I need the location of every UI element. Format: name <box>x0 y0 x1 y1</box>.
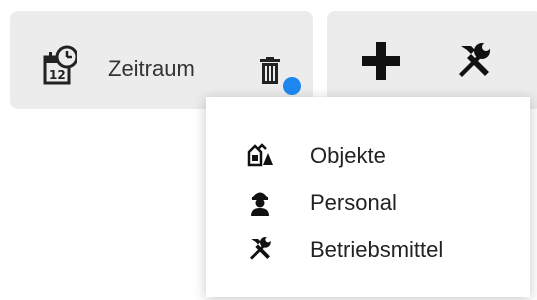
tools-icon <box>250 237 271 260</box>
menu-item-personal[interactable]: Personal <box>206 182 530 222</box>
status-dot <box>283 77 301 95</box>
actions-chip <box>327 11 537 109</box>
period-label: Zeitraum <box>108 56 195 81</box>
calendar-clock-icon: 12 <box>43 45 77 85</box>
menu-item-label: Personal <box>310 190 397 215</box>
menu-item-label: Objekte <box>310 143 386 168</box>
svg-text:12: 12 <box>49 68 66 82</box>
period-filter-chip[interactable]: 12 Zeitraum <box>10 11 313 109</box>
menu-item-objekte[interactable]: Objekte <box>206 135 530 175</box>
trash-icon[interactable] <box>260 57 280 84</box>
stage: 12 Zeitraum Objekte Personal Betriebsmit… <box>0 0 537 300</box>
add-dropdown-menu: Objekte Personal Betriebsmittel <box>206 97 530 297</box>
menu-item-label: Betriebsmittel <box>310 237 444 262</box>
plus-icon[interactable] <box>362 42 400 80</box>
objects-icon <box>247 143 273 167</box>
menu-item-betriebsmittel[interactable]: Betriebsmittel <box>206 229 530 269</box>
worker-icon <box>251 192 269 216</box>
tools-icon[interactable] <box>453 40 495 82</box>
